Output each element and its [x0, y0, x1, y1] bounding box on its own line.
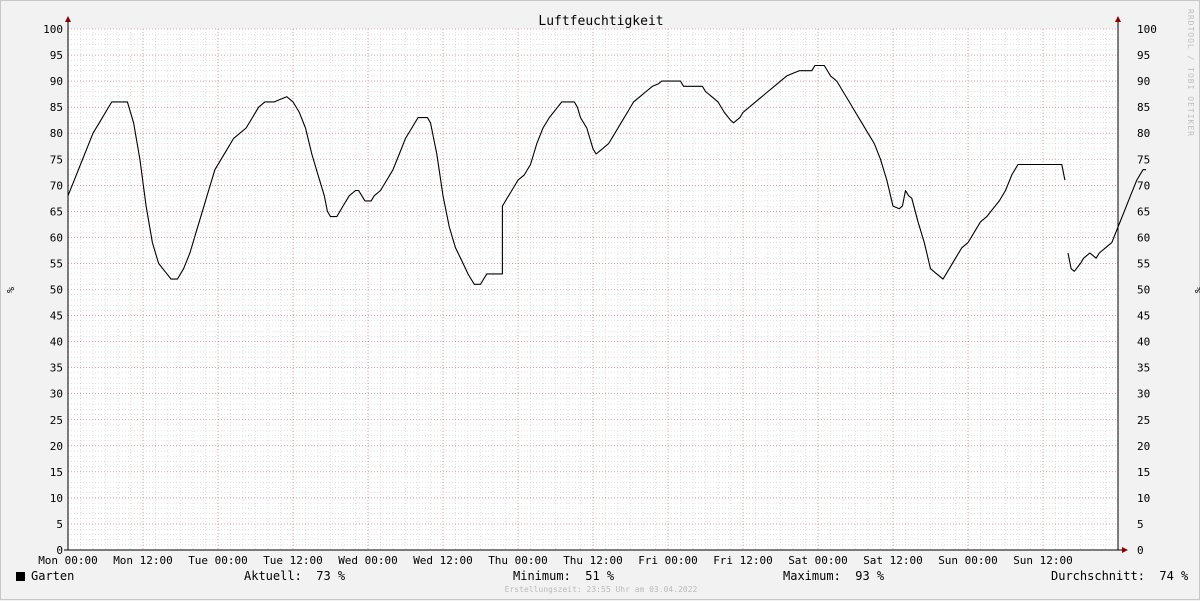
y-tick-label-right: 90 — [1137, 75, 1150, 88]
legend-min-value: 51 % — [585, 569, 615, 583]
y-tick-label-left: 80 — [50, 127, 63, 140]
y-tick-label-left: 100 — [43, 23, 63, 36]
y-tick-label-left: 85 — [50, 101, 63, 114]
y-tick-label-left: 35 — [50, 362, 63, 375]
legend-min-label: Minimum: — [513, 569, 571, 583]
y-tick-label-right: 80 — [1137, 127, 1150, 140]
x-tick-label: Tue 12:00 — [263, 554, 323, 567]
y-tick-label-left: 75 — [50, 153, 63, 166]
x-axis-arrow — [1122, 547, 1128, 553]
x-tick-label: Thu 12:00 — [563, 554, 623, 567]
y-tick-label-right: 50 — [1137, 284, 1150, 297]
x-tick-label: Fri 00:00 — [638, 554, 698, 567]
y-tick-label-right: 45 — [1137, 310, 1150, 323]
x-tick-label: Fri 12:00 — [713, 554, 773, 567]
y-tick-label-right: 85 — [1137, 101, 1150, 114]
y-tick-label-left: 55 — [50, 257, 63, 270]
y-tick-label-left: 65 — [50, 205, 63, 218]
x-tick-label: Wed 00:00 — [338, 554, 398, 567]
x-tick-label: Sun 00:00 — [938, 554, 998, 567]
legend-max-value: 93 % — [855, 569, 885, 583]
legend-average: Durchschnitt: 74 % — [1051, 569, 1188, 583]
y-axis-arrow-right — [1115, 16, 1121, 22]
y-axis-label-right: % — [1192, 287, 1200, 293]
y-tick-label-right: 65 — [1137, 205, 1150, 218]
y-tick-label-right: 15 — [1137, 466, 1150, 479]
y-axis-arrow-left — [65, 16, 71, 22]
y-tick-label-right: 55 — [1137, 257, 1150, 270]
y-tick-label-left: 60 — [50, 231, 63, 244]
legend-avg-label: Durchschnitt: — [1051, 569, 1145, 583]
y-tick-label-right: 75 — [1137, 153, 1150, 166]
y-tick-label-right: 35 — [1137, 362, 1150, 375]
y-tick-label-right: 40 — [1137, 336, 1150, 349]
y-axis-label-left: % — [4, 287, 15, 293]
y-tick-label-right: 5 — [1137, 518, 1144, 531]
y-tick-label-right: 70 — [1137, 179, 1150, 192]
legend-series-name: Garten — [31, 569, 75, 583]
y-tick-label-left: 5 — [56, 518, 63, 531]
y-tick-label-left: 10 — [50, 492, 63, 505]
legend-avg-value: 74 % — [1159, 569, 1189, 583]
humidity-chart: Luftfeuchtigkeit RRDTOOL / TOBI OETIKER … — [4, 9, 1200, 567]
y-tick-label-left: 15 — [50, 466, 63, 479]
y-tick-label-right: 60 — [1137, 231, 1150, 244]
x-tick-label: Sat 12:00 — [863, 554, 923, 567]
legend-minimum: Minimum: 51 % — [513, 569, 614, 583]
y-tick-label-left: 25 — [50, 414, 63, 427]
y-tick-label-right: 0 — [1137, 544, 1144, 557]
y-tick-label-left: 30 — [50, 388, 63, 401]
y-tick-label-right: 25 — [1137, 414, 1150, 427]
x-tick-label: Sat 00:00 — [788, 554, 848, 567]
chart-title: Luftfeuchtigkeit — [538, 14, 663, 29]
legend-current-value: 73 % — [316, 569, 346, 583]
legend-maximum: Maximum: 93 % — [783, 569, 884, 583]
legend-current-label: Aktuell: — [244, 569, 302, 583]
y-tick-label-left: 40 — [50, 336, 63, 349]
x-tick-label: Tue 00:00 — [188, 554, 248, 567]
x-tick-label: Wed 12:00 — [413, 554, 473, 567]
y-tick-label-right: 10 — [1137, 492, 1150, 505]
y-tick-label-right: 30 — [1137, 388, 1150, 401]
x-tick-label: Mon 00:00 — [38, 554, 98, 567]
y-tick-label-left: 70 — [50, 179, 63, 192]
y-tick-label-left: 90 — [50, 75, 63, 88]
y-tick-label-right: 20 — [1137, 440, 1150, 453]
y-tick-label-left: 20 — [50, 440, 63, 453]
x-tick-label: Mon 12:00 — [113, 554, 173, 567]
y-tick-label-left: 95 — [50, 49, 63, 62]
plot-area: 0 05 510 1015 1520 2025 2530 3035 3540 4045 4550 50… — [38, 16, 1157, 567]
x-tick-label: Thu 00:00 — [488, 554, 548, 567]
legend-max-label: Maximum: — [783, 569, 841, 583]
graph-frame: Luftfeuchtigkeit RRDTOOL / TOBI OETIKER … — [0, 0, 1200, 600]
x-tick-label: Sun 12:00 — [1013, 554, 1073, 567]
y-tick-label-right: 95 — [1137, 49, 1150, 62]
legend-swatch — [16, 572, 25, 581]
rrdtool-watermark: RRDTOOL / TOBI OETIKER — [1186, 9, 1195, 137]
legend-current: Aktuell: 73 % — [244, 569, 345, 583]
creation-time-footer: Erstellungszeit: 23:55 Uhr am 03.04.2022 — [504, 585, 698, 594]
y-tick-label-right: 100 — [1137, 23, 1157, 36]
y-tick-label-left: 50 — [50, 284, 63, 297]
y-tick-label-left: 45 — [50, 310, 63, 323]
